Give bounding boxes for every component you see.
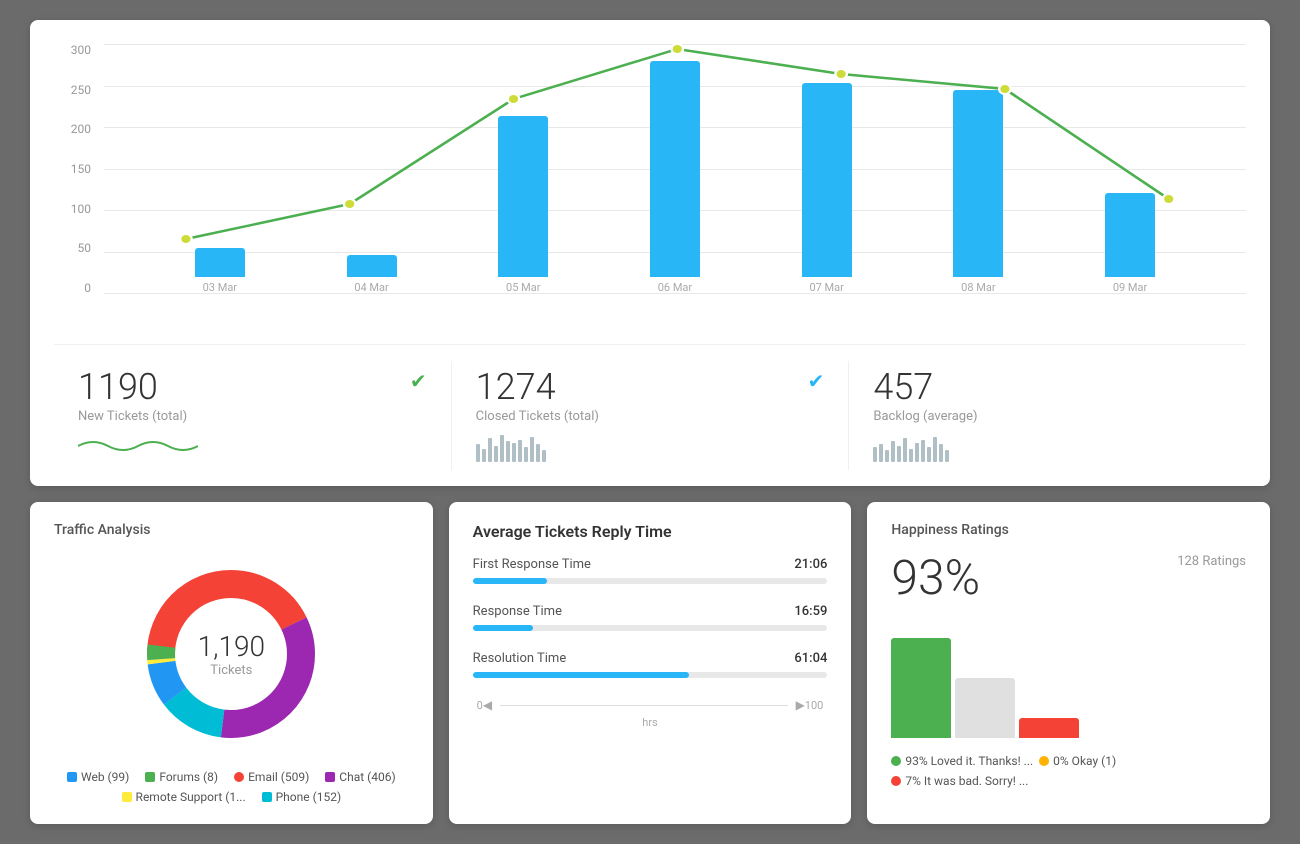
happiness-bars [891, 618, 1246, 738]
response-bar-bg [473, 625, 828, 631]
ratings-count: 128 Ratings [1177, 554, 1246, 569]
okay-label: 0% Okay (1) [1053, 754, 1116, 768]
backlog-sparkline [873, 432, 1222, 462]
chat-dot [325, 772, 335, 782]
hleg-okay: 0% Okay (1) [1039, 754, 1116, 768]
metric-response: Response Time 16:59 [473, 604, 828, 631]
y-label-0: 0 [84, 282, 91, 294]
happiness-legend: 93% Loved it. Thanks! ... 0% Okay (1) 7%… [891, 754, 1246, 788]
hleg-bad: 7% It was bad. Sorry! ... [891, 774, 1028, 788]
okay-dot [1039, 756, 1049, 766]
stats-row: 1190 New Tickets (total) ✔ 1274 Closed [54, 344, 1246, 470]
check-circle-green-icon: ✔ [410, 369, 427, 393]
legend-remote: Remote Support (1... [122, 790, 246, 804]
legend-email: Email (509) [234, 770, 309, 784]
line-chart [104, 44, 1246, 294]
forums-dot [145, 772, 155, 782]
remote-dot [122, 792, 132, 802]
stat-backlog: 457 Backlog (average) [849, 361, 1246, 470]
bad-dot [891, 776, 901, 786]
stat-new-tickets: 1190 New Tickets (total) ✔ [54, 361, 452, 470]
bottom-row: Traffic Analysis [30, 502, 1270, 824]
response-bar-fill [473, 625, 533, 631]
axis-unit: hrs [473, 716, 828, 729]
first-response-label: First Response Time [473, 557, 591, 572]
resolution-bar-bg [473, 672, 828, 678]
happiness-panel: Happiness Ratings 93% 128 Ratings 93% Lo… [867, 502, 1270, 824]
resolution-label: Resolution Time [473, 651, 567, 666]
legend-remote-label: Remote Support (1... [136, 790, 246, 804]
legend-web: Web (99) [67, 770, 129, 784]
stat-closed-tickets: 1274 Closed Tickets (total) ✔ [452, 361, 850, 470]
y-label-200: 200 [71, 123, 91, 135]
loved-dot [891, 756, 901, 766]
donut-container: 1,190 Tickets Web (99) Forums (8) [54, 554, 409, 804]
top-card: 300 250 200 150 100 50 0 [30, 20, 1270, 486]
legend-email-label: Email (509) [248, 770, 309, 784]
y-label-50: 50 [78, 242, 92, 254]
hleg-loved: 93% Loved it. Thanks! ... [891, 754, 1033, 768]
response-value: 16:59 [794, 604, 827, 619]
y-label-100: 100 [71, 203, 91, 215]
axis-max: 100 [805, 699, 824, 712]
traffic-title: Traffic Analysis [54, 522, 409, 538]
legend-forums-label: Forums (8) [159, 770, 218, 784]
legend-forums: Forums (8) [145, 770, 218, 784]
reply-time-panel: Average Tickets Reply Time First Respons… [449, 502, 852, 824]
y-label-150: 150 [71, 163, 91, 175]
response-label: Response Time [473, 604, 562, 619]
donut-chart: 1,190 Tickets [131, 554, 331, 754]
legend-phone-label: Phone (152) [276, 790, 342, 804]
closed-tickets-sparkline [476, 432, 825, 462]
traffic-panel: Traffic Analysis [30, 502, 433, 824]
metric-first-response: First Response Time 21:06 [473, 557, 828, 584]
y-label-250: 250 [71, 84, 91, 96]
axis-left-arrow: ◀ [483, 698, 492, 712]
legend-phone: Phone (152) [262, 790, 342, 804]
first-response-bar-bg [473, 578, 828, 584]
traffic-legend: Web (99) Forums (8) Email (509) Chat (40… [54, 770, 409, 804]
metric-resolution: Resolution Time 61:04 [473, 651, 828, 678]
axis-line [500, 705, 787, 706]
happiness-title: Happiness Ratings [891, 522, 1246, 538]
reply-time-title: Average Tickets Reply Time [473, 522, 828, 541]
legend-web-label: Web (99) [81, 770, 129, 784]
stat-label-new: New Tickets (total) [78, 409, 187, 424]
dashboard: 300 250 200 150 100 50 0 [30, 20, 1270, 824]
chart-area: 300 250 200 150 100 50 0 [54, 44, 1246, 324]
bad-label: 7% It was bad. Sorry! ... [905, 774, 1028, 788]
first-response-bar-fill [473, 578, 547, 584]
stat-value-closed: 1274 [476, 369, 599, 405]
bar-loved [891, 638, 951, 738]
donut-value: 1,190 [198, 630, 266, 663]
timeline-axis: 0 ◀ ▶ 100 [473, 698, 828, 712]
phone-dot [262, 792, 272, 802]
new-tickets-sparkline [78, 432, 427, 460]
stat-value-backlog: 457 [873, 369, 977, 405]
y-label-300: 300 [71, 44, 91, 56]
stat-value-new: 1190 [78, 369, 187, 405]
axis-right-arrow: ▶ [796, 698, 805, 712]
chart-inner: 03 Mar04 Mar05 Mar06 Mar07 Mar08 Mar09 M… [104, 44, 1246, 324]
legend-chat-label: Chat (406) [339, 770, 395, 784]
stat-label-backlog: Backlog (average) [873, 409, 977, 424]
legend-chat: Chat (406) [325, 770, 395, 784]
web-dot [67, 772, 77, 782]
email-dot [234, 772, 244, 782]
resolution-bar-fill [473, 672, 689, 678]
bar-bad [1019, 718, 1079, 738]
happiness-percentage: 93% [891, 554, 980, 602]
y-axis: 300 250 200 150 100 50 0 [54, 44, 99, 294]
bar-okay [955, 678, 1015, 738]
donut-sublabel: Tickets [198, 663, 266, 678]
resolution-value: 61:04 [794, 651, 827, 666]
loved-label: 93% Loved it. Thanks! ... [905, 754, 1033, 768]
first-response-value: 21:06 [794, 557, 827, 572]
happiness-header: 93% 128 Ratings [891, 554, 1246, 602]
stat-label-closed: Closed Tickets (total) [476, 409, 599, 424]
donut-label: 1,190 Tickets [198, 630, 266, 678]
check-circle-blue-icon: ✔ [808, 369, 825, 393]
